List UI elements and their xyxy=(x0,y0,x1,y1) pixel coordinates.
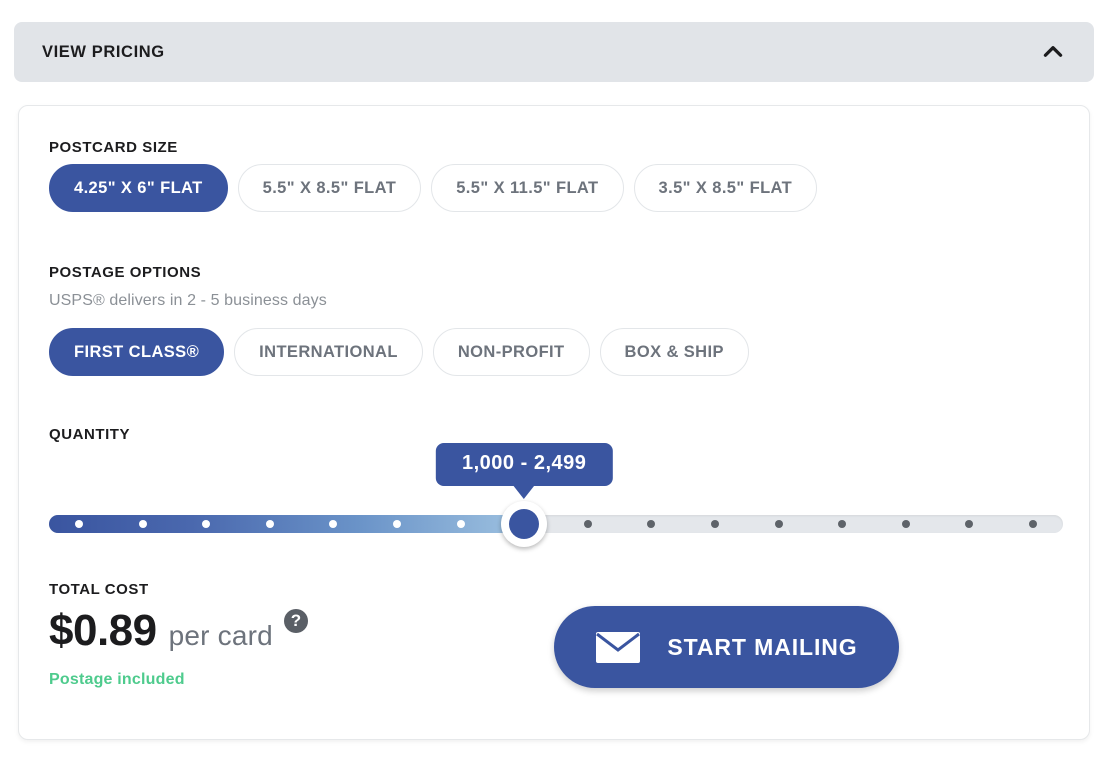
postage-options-label: POSTAGE OPTIONS xyxy=(49,264,202,281)
postcard-size-option-0[interactable]: 4.25" X 6" FLAT xyxy=(49,164,228,212)
price-amount: $0.89 xyxy=(49,606,157,655)
total-cost-label: TOTAL COST xyxy=(49,581,149,598)
question-mark-icon[interactable]: ? xyxy=(283,609,308,633)
quantity-slider-tooltip: 1,000 - 2,499 xyxy=(436,443,613,499)
postage-option-1[interactable]: INTERNATIONAL xyxy=(234,328,423,376)
postcard-size-option-3[interactable]: 3.5" X 8.5" FLAT xyxy=(633,164,818,212)
quantity-slider-tick[interactable] xyxy=(583,520,592,528)
postage-option-2[interactable]: NON-PROFIT xyxy=(432,328,590,376)
pricing-card: POSTCARD SIZE 4.25" X 6" FLAT 5.5" X 8.5… xyxy=(18,105,1090,740)
quantity-slider-tick[interactable] xyxy=(1029,520,1037,528)
quantity-slider-tick[interactable] xyxy=(265,520,274,528)
start-mailing-label: START MAILING xyxy=(667,633,858,660)
quantity-slider-tick[interactable] xyxy=(393,520,401,528)
quantity-slider[interactable]: 1,000 - 2,499 xyxy=(49,443,1063,561)
quantity-slider-tick[interactable] xyxy=(329,520,338,528)
postage-options-group: FIRST CLASS® INTERNATIONAL NON-PROFIT BO… xyxy=(49,328,749,376)
postcard-size-options: 4.25" X 6" FLAT 5.5" X 8.5" FLAT 5.5" X … xyxy=(49,164,818,212)
postcard-size-option-2[interactable]: 5.5" X 11.5" FLAT xyxy=(431,164,624,212)
postage-option-0[interactable]: FIRST CLASS® xyxy=(49,328,225,376)
chevron-up-icon[interactable] xyxy=(1040,39,1066,65)
start-mailing-button[interactable]: START MAILING xyxy=(554,606,899,688)
quantity-slider-tick[interactable] xyxy=(711,520,719,528)
quantity-slider-track[interactable] xyxy=(49,515,1063,533)
page-title: VIEW PRICING xyxy=(42,42,165,61)
quantity-slider-tick[interactable] xyxy=(138,520,147,528)
quantity-label: QUANTITY xyxy=(49,426,131,443)
quantity-slider-tick[interactable] xyxy=(456,520,465,528)
quantity-slider-tick[interactable] xyxy=(647,520,656,528)
postcard-size-option-1[interactable]: 5.5" X 8.5" FLAT xyxy=(237,164,422,212)
quantity-slider-tick[interactable] xyxy=(901,520,910,528)
quantity-slider-tick[interactable] xyxy=(965,520,974,528)
quantity-slider-thumb[interactable] xyxy=(501,501,548,547)
quantity-slider-tick[interactable] xyxy=(75,520,83,528)
price-unit: per card xyxy=(168,620,273,651)
envelope-icon xyxy=(595,631,641,664)
price-display: $0.89 per card ? xyxy=(49,606,308,656)
quantity-slider-tick[interactable] xyxy=(202,520,211,528)
quantity-slider-tick[interactable] xyxy=(838,520,847,528)
postage-option-3[interactable]: BOX & SHIP xyxy=(599,328,749,376)
postcard-size-label: POSTCARD SIZE xyxy=(49,139,178,156)
quantity-slider-fill xyxy=(49,515,525,533)
delivery-estimate-text: USPS® delivers in 2 - 5 business days xyxy=(49,292,327,309)
postage-included-note: Postage included xyxy=(49,671,185,688)
quantity-slider-tick[interactable] xyxy=(774,520,783,528)
view-pricing-header[interactable]: VIEW PRICING xyxy=(14,22,1094,82)
